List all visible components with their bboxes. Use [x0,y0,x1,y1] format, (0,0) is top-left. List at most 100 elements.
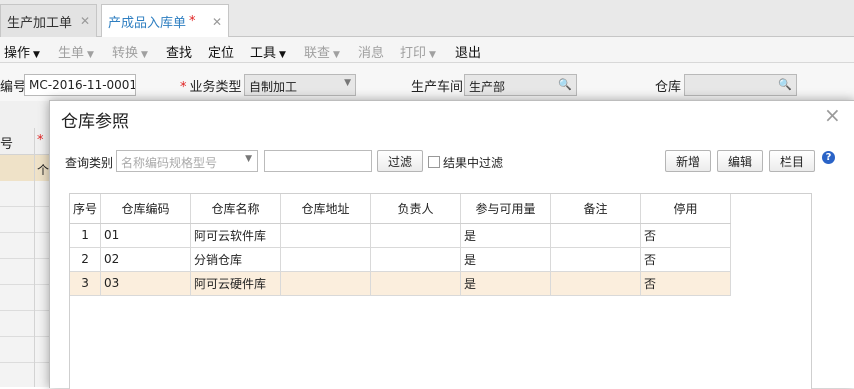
workshop-label: 生产车间 [411,80,464,95]
filter-in-results-label: 结果中过滤 [443,156,504,170]
menu-exit[interactable]: 退出 [455,42,481,61]
tab-finished-goods-receipt[interactable]: 产成品入库单 * ✕ [101,4,229,38]
select-value: 自制加工 [249,80,298,94]
caret-down-icon: ▼ [333,50,340,60]
menu-label: 生单 [58,46,85,61]
cell-name: 分销仓库 [190,247,282,272]
menu-bar: 操作 ▼ 生单 ▼ 转换 ▼ 查找 定位 工具 ▼ 联查 ▼ 消息 打印 ▼ 退出 [0,37,854,63]
required-star: * [37,133,44,148]
menu-locate[interactable]: 定位 [208,42,234,61]
cell-address [280,247,372,272]
cell-manager [370,247,462,272]
document-tab-bar: 生产加工单 ✕ 产成品入库单 * ✕ [0,0,854,38]
menu-print[interactable]: 打印 ▼ [400,42,436,61]
menu-generate[interactable]: 生单 ▼ [58,42,94,61]
table-row-selected[interactable]: 3 03 阿可云硬件库 是 否 [70,271,732,296]
menu-tools[interactable]: 工具 ▼ [250,42,286,61]
edit-button[interactable]: 编辑 [717,150,763,172]
cell-remark [550,223,642,248]
cell-remark [550,271,642,296]
cell-remark [550,247,642,272]
table-header-row: 序号 仓库编码 仓库名称 仓库地址 负责人 参与可用量 备注 停用 [70,194,732,224]
menu-label: 操作 [4,46,31,61]
column-header[interactable]: 备注 [550,194,642,224]
cell-seq: 1 [70,223,102,248]
warehouse-reference-dialog: 仓库参照 × 查询类别 名称编码规格型号 ▼ 过滤 结果中过滤 新增 编辑 栏目… [49,100,854,389]
filter-button[interactable]: 过滤 [377,150,423,172]
cell-code: 03 [100,271,192,296]
cell-address [280,223,372,248]
required-star: * [180,80,187,95]
warehouse-table: 序号 仓库编码 仓库名称 仓库地址 负责人 参与可用量 备注 停用 1 01 阿… [69,193,812,389]
add-button[interactable]: 新增 [665,150,711,172]
close-icon[interactable]: ✕ [212,15,222,29]
menu-label: 工具 [250,46,277,61]
label-text: 业务类型 [189,80,242,95]
caret-down-icon: ▼ [87,50,94,60]
menu-label: 转换 [112,46,139,61]
cell-disabled: 否 [640,223,732,248]
caret-down-icon: ▼ [279,50,286,60]
doc-no-field[interactable]: MC-2016-11-0001 [24,74,136,96]
document-header-form: 编号 MC-2016-11-0001 * 业务类型 自制加工 ▼ 生产车间 生产部… [0,63,854,101]
tab-label: 产成品入库单 [108,16,187,31]
columns-button[interactable]: 栏目 [769,150,815,172]
column-header[interactable]: 仓库地址 [280,194,372,224]
column-header[interactable]: 仓库编码 [100,194,192,224]
cell-manager [370,223,462,248]
column-header[interactable]: 停用 [640,194,732,224]
caret-down-icon: ▼ [33,50,40,60]
tab-label: 生产加工单 [7,15,73,31]
cell-name: 阿可云硬件库 [190,271,282,296]
background-cell: 个 [37,163,50,177]
warehouse-label: 仓库 [655,80,682,95]
search-icon[interactable]: 🔍 [778,78,792,91]
table-row[interactable]: 2 02 分销仓库 是 否 [70,247,732,272]
search-icon[interactable]: 🔍 [558,78,572,91]
caret-down-icon: ▼ [141,50,148,60]
column-header[interactable]: 序号 [70,194,102,224]
chevron-down-icon: ▼ [344,78,351,88]
menu-convert[interactable]: 转换 ▼ [112,42,148,61]
warehouse-grid: 序号 仓库编码 仓库名称 仓库地址 负责人 参与可用量 备注 停用 1 01 阿… [70,194,732,296]
caret-down-icon: ▼ [429,50,436,60]
cell-name: 阿可云软件库 [190,223,282,248]
cell-seq: 3 [70,271,102,296]
menu-label: 联查 [304,46,331,61]
column-header[interactable]: 仓库名称 [190,194,282,224]
filter-in-results-checkbox[interactable] [428,156,440,168]
menu-find[interactable]: 查找 [166,42,192,61]
background-col-header: 号 [0,137,14,152]
help-icon[interactable]: ? [822,151,835,164]
query-category-label: 查询类别 [65,156,114,170]
select-placeholder: 名称编码规格型号 [121,156,218,170]
cell-code: 02 [100,247,192,272]
menu-operate[interactable]: 操作 ▼ [4,42,40,61]
cell-manager [370,271,462,296]
cell-code: 01 [100,223,192,248]
table-row[interactable]: 1 01 阿可云软件库 是 否 [70,223,732,248]
query-category-select[interactable]: 名称编码规格型号 ▼ [116,150,258,172]
cell-address [280,271,372,296]
dialog-title: 仓库参照 [61,112,129,132]
doc-no-label: 编号 [0,80,27,95]
warehouse-field[interactable]: 🔍 [684,74,797,96]
menu-linkquery[interactable]: 联查 ▼ [304,42,340,61]
background-grid-divider [34,128,35,387]
cell-available: 是 [460,271,552,296]
cell-disabled: 否 [640,247,732,272]
menu-message[interactable]: 消息 [358,42,384,61]
workshop-field[interactable]: 生产部 🔍 [464,74,577,96]
column-header[interactable]: 负责人 [370,194,462,224]
biz-type-select[interactable]: 自制加工 ▼ [244,74,356,96]
close-icon[interactable]: ✕ [80,14,90,28]
cell-disabled: 否 [640,271,732,296]
close-icon[interactable]: × [824,103,841,127]
cell-available: 是 [460,223,552,248]
query-input[interactable] [264,150,372,172]
column-header[interactable]: 参与可用量 [460,194,552,224]
tab-production-order[interactable]: 生产加工单 ✕ [0,4,97,37]
field-value: 生产部 [469,80,506,94]
chevron-down-icon: ▼ [245,154,252,164]
cell-seq: 2 [70,247,102,272]
